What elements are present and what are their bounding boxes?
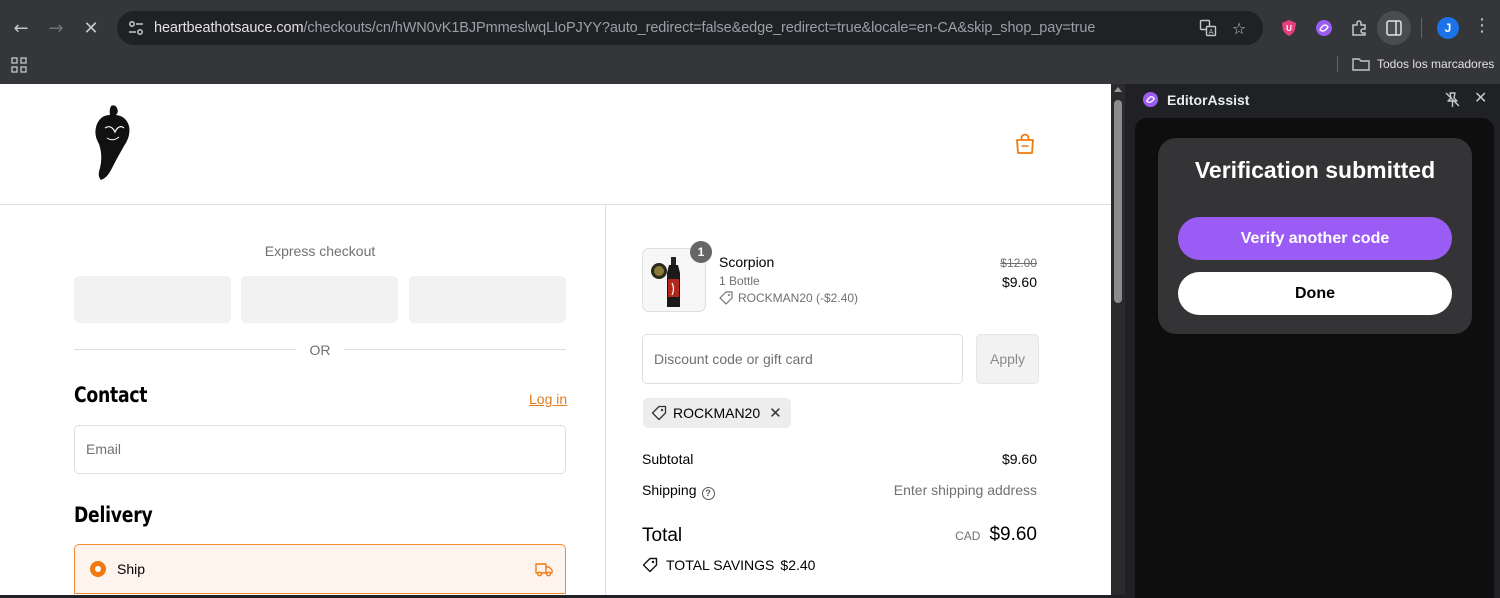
ship-option[interactable]: Ship <box>74 544 566 594</box>
url-text[interactable]: heartbeathotsauce.com/checkouts/cn/hWN0v… <box>154 20 1095 36</box>
email-placeholder: Email <box>86 441 122 457</box>
tag-icon <box>719 291 733 305</box>
profile-avatar[interactable]: J <box>1437 17 1459 39</box>
close-panel-icon[interactable]: ✕ <box>1474 88 1487 107</box>
product-variant: 1 Bottle <box>719 274 760 288</box>
applied-discount-chip: ROCKMAN20 ✕ <box>643 398 791 428</box>
back-icon[interactable]: ← <box>7 14 35 42</box>
tag-icon <box>651 405 667 421</box>
apps-grid-icon[interactable] <box>11 57 27 73</box>
total-currency: CAD <box>955 529 981 543</box>
shipping-label: Shipping <box>642 482 697 498</box>
savings-tag-icon <box>642 557 658 573</box>
forward-icon[interactable]: → <box>42 14 70 42</box>
ship-radio[interactable] <box>90 561 106 577</box>
or-divider-left <box>74 349 296 350</box>
all-bookmarks-button[interactable]: Todos los marcadores <box>1352 56 1494 72</box>
checkout-page: Express checkout OR Contact Log in Email… <box>0 84 1111 595</box>
express-pay-button-2[interactable] <box>241 276 398 323</box>
more-menu-icon[interactable]: ⋮ <box>1472 15 1492 41</box>
verification-title: Verification submitted <box>1194 157 1436 183</box>
product-name: Scorpion <box>719 254 775 270</box>
folder-icon <box>1352 58 1370 71</box>
delivery-title: Delivery <box>74 503 153 527</box>
savings-label: TOTAL SAVINGS <box>666 557 775 573</box>
side-panel-icon[interactable] <box>1377 11 1411 45</box>
side-panel: EditorAssist ✕ Verification submitted Ve… <box>1125 84 1500 598</box>
login-link[interactable]: Log in <box>529 391 567 407</box>
shipping-value: Enter shipping address <box>893 482 1037 498</box>
checkout-form: Express checkout OR Contact Log in Email… <box>0 205 605 595</box>
help-icon[interactable]: ? <box>701 487 715 500</box>
shipping-row: Shipping? <box>642 482 715 500</box>
ship-label: Ship <box>117 561 146 577</box>
svg-text:U: U <box>1286 24 1292 33</box>
express-pay-button-1[interactable] <box>74 276 231 323</box>
browser-toolbar: ← → ✕ heartbeathotsauce.com/checkouts/cn… <box>0 0 1500 56</box>
express-pay-button-3[interactable] <box>409 276 566 323</box>
verification-card: Verification submitted Verify another co… <box>1158 138 1472 334</box>
bookmarks-divider <box>1337 56 1338 72</box>
quantity-badge: 1 <box>690 241 712 263</box>
truck-icon <box>535 563 553 577</box>
editorassist-logo-icon <box>1142 91 1159 108</box>
email-field[interactable]: Email <box>74 425 566 474</box>
discount-placeholder: Discount code or gift card <box>654 351 813 367</box>
total-label: Total <box>642 525 683 546</box>
or-label: OR <box>309 342 331 358</box>
contact-title: Contact <box>74 383 148 407</box>
chili-heart-logo[interactable] <box>93 104 133 184</box>
editorassist-extension-icon[interactable] <box>1313 17 1335 39</box>
all-bookmarks-label: Todos los marcadores <box>1377 57 1495 71</box>
bookmarks-bar: Todos los marcadores <box>0 56 1500 84</box>
bookmark-star-icon[interactable]: ☆ <box>1229 18 1249 38</box>
side-panel-header: EditorAssist <box>1142 91 1249 108</box>
scroll-up-arrow[interactable] <box>1114 87 1122 92</box>
total-savings: TOTAL SAVINGS $2.40 <box>642 557 815 573</box>
product-discount: ROCKMAN20 (-$2.40) <box>719 291 858 305</box>
store-header <box>0 84 1111 205</box>
scrollbar-thumb[interactable] <box>1114 100 1122 303</box>
order-summary: 1 Scorpion 1 Bottle ROCKMAN20 (-$2.40) $… <box>605 205 1111 595</box>
discount-code-input[interactable]: Discount code or gift card <box>642 334 963 384</box>
side-panel-title: EditorAssist <box>1167 91 1250 108</box>
done-button[interactable]: Done <box>1178 272 1452 315</box>
side-panel-body: Verification submitted Verify another co… <box>1135 118 1494 598</box>
site-settings-icon[interactable] <box>127 19 145 37</box>
translate-icon[interactable]: A <box>1198 18 1218 38</box>
page-scrollbar[interactable] <box>1111 84 1125 595</box>
shield-extension-icon[interactable]: U <box>1278 17 1300 39</box>
total-amount: CAD $9.60 <box>955 524 1037 546</box>
subtotal-label: Subtotal <box>642 451 694 467</box>
svg-text:A: A <box>1209 28 1214 36</box>
extensions-puzzle-icon[interactable] <box>1348 17 1370 39</box>
address-bar[interactable]: heartbeathotsauce.com/checkouts/cn/hWN0v… <box>117 11 1263 45</box>
cart-bag-icon[interactable] <box>1013 132 1037 156</box>
product-discount-label: ROCKMAN20 (-$2.40) <box>738 291 859 305</box>
toolbar-divider <box>1421 18 1422 38</box>
product-price: $9.60 <box>1001 274 1037 290</box>
total-value: $9.60 <box>989 524 1037 545</box>
applied-code-label: ROCKMAN20 <box>673 405 761 421</box>
express-checkout-title: Express checkout <box>264 243 376 259</box>
or-divider-right <box>344 349 566 350</box>
savings-value: $2.40 <box>780 557 816 573</box>
apply-button[interactable]: Apply <box>976 334 1039 384</box>
remove-discount-icon[interactable]: ✕ <box>769 404 782 422</box>
subtotal-value: $9.60 <box>1001 451 1037 467</box>
verify-another-code-button[interactable]: Verify another code <box>1178 217 1452 260</box>
product-original-price: $12.00 <box>1000 256 1037 270</box>
stop-icon[interactable]: ✕ <box>77 14 105 42</box>
unpin-icon[interactable] <box>1442 90 1462 110</box>
